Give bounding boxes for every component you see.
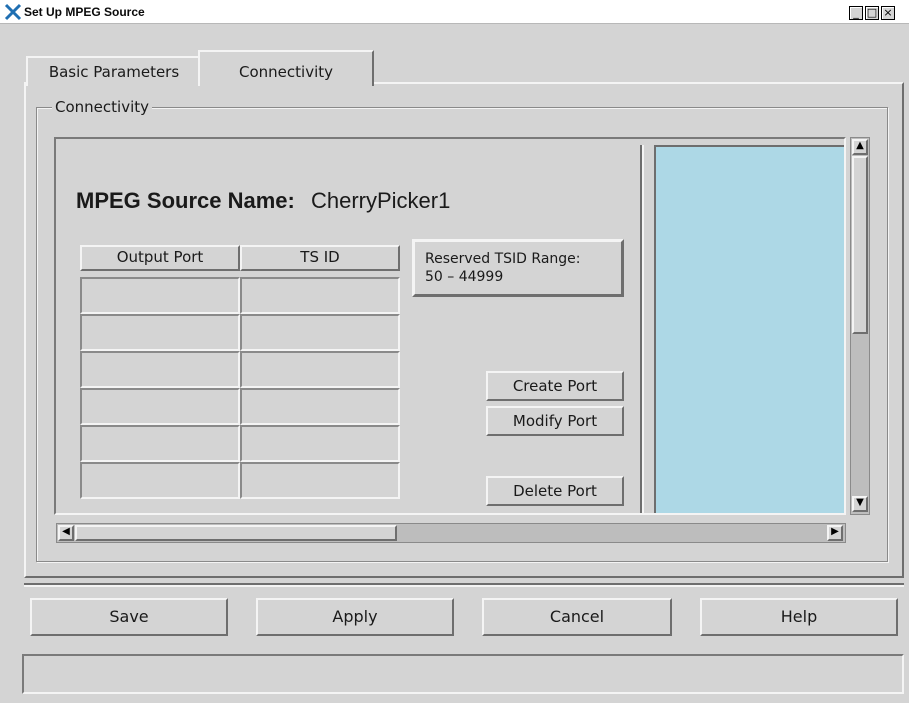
status-bar xyxy=(22,654,904,694)
maximize-button[interactable]: □ xyxy=(865,6,879,20)
ts-id-cell[interactable] xyxy=(240,462,400,499)
ts-id-cell[interactable] xyxy=(240,351,400,388)
tab-basic-parameters[interactable]: Basic Parameters xyxy=(26,56,202,86)
ts-id-cell[interactable] xyxy=(240,314,400,351)
save-button[interactable]: Save xyxy=(30,598,228,636)
tsid-range-label: Reserved TSID Range: xyxy=(425,251,581,267)
output-port-cell[interactable] xyxy=(80,351,240,388)
horizontal-scroll-thumb[interactable] xyxy=(75,525,397,541)
close-button[interactable]: × xyxy=(881,6,895,20)
minimize-button[interactable]: _ xyxy=(849,6,863,20)
scroll-viewport: MPEG Source Name: CherryPicker1 Output P… xyxy=(54,137,846,515)
column-header-ts-id[interactable]: TS ID xyxy=(240,245,400,271)
create-port-button[interactable]: Create Port xyxy=(486,371,624,401)
footer-divider xyxy=(24,583,904,587)
scroll-down-arrow-icon[interactable]: ▼ xyxy=(852,496,868,512)
output-port-cell[interactable] xyxy=(80,425,240,462)
source-name-label: MPEG Source Name: xyxy=(76,188,295,213)
scroll-left-arrow-icon[interactable]: ◀ xyxy=(58,525,74,541)
output-port-cell[interactable] xyxy=(80,462,240,499)
column-header-output-port[interactable]: Output Port xyxy=(80,245,240,271)
output-port-cell[interactable] xyxy=(80,388,240,425)
help-button[interactable]: Help xyxy=(700,598,898,636)
scroll-up-arrow-icon[interactable]: ▲ xyxy=(852,139,868,155)
x-logo-icon xyxy=(4,3,22,21)
source-name-value: CherryPicker1 xyxy=(310,188,451,213)
tsid-range-box: Reserved TSID Range: 50 – 44999 xyxy=(412,239,624,297)
modify-port-button[interactable]: Modify Port xyxy=(486,406,624,436)
active-tab-joiner xyxy=(200,82,372,85)
vertical-separator xyxy=(640,145,644,513)
ts-id-cell[interactable] xyxy=(240,277,400,314)
output-port-cell[interactable] xyxy=(80,314,240,351)
ts-id-cell[interactable] xyxy=(240,425,400,462)
vertical-scrollbar[interactable]: ▲ ▼ xyxy=(850,137,870,515)
window-title: Set Up MPEG Source xyxy=(24,5,145,19)
cancel-button[interactable]: Cancel xyxy=(482,598,672,636)
ts-id-cell[interactable] xyxy=(240,388,400,425)
source-name-row: MPEG Source Name: CherryPicker1 xyxy=(76,187,450,215)
output-port-cell[interactable] xyxy=(80,277,240,314)
vertical-scroll-thumb[interactable] xyxy=(852,156,868,334)
apply-button[interactable]: Apply xyxy=(256,598,454,636)
scroll-right-arrow-icon[interactable]: ▶ xyxy=(827,525,843,541)
tsid-range-value: 50 – 44999 xyxy=(425,269,504,285)
connectivity-group-label: Connectivity xyxy=(52,98,152,116)
delete-port-button[interactable]: Delete Port xyxy=(486,476,624,506)
title-bar: Set Up MPEG Source _ □ × xyxy=(0,0,909,24)
output-list-panel[interactable] xyxy=(654,145,844,513)
horizontal-scrollbar[interactable]: ◀ ▶ xyxy=(56,523,846,543)
tab-connectivity[interactable]: Connectivity xyxy=(198,50,374,86)
